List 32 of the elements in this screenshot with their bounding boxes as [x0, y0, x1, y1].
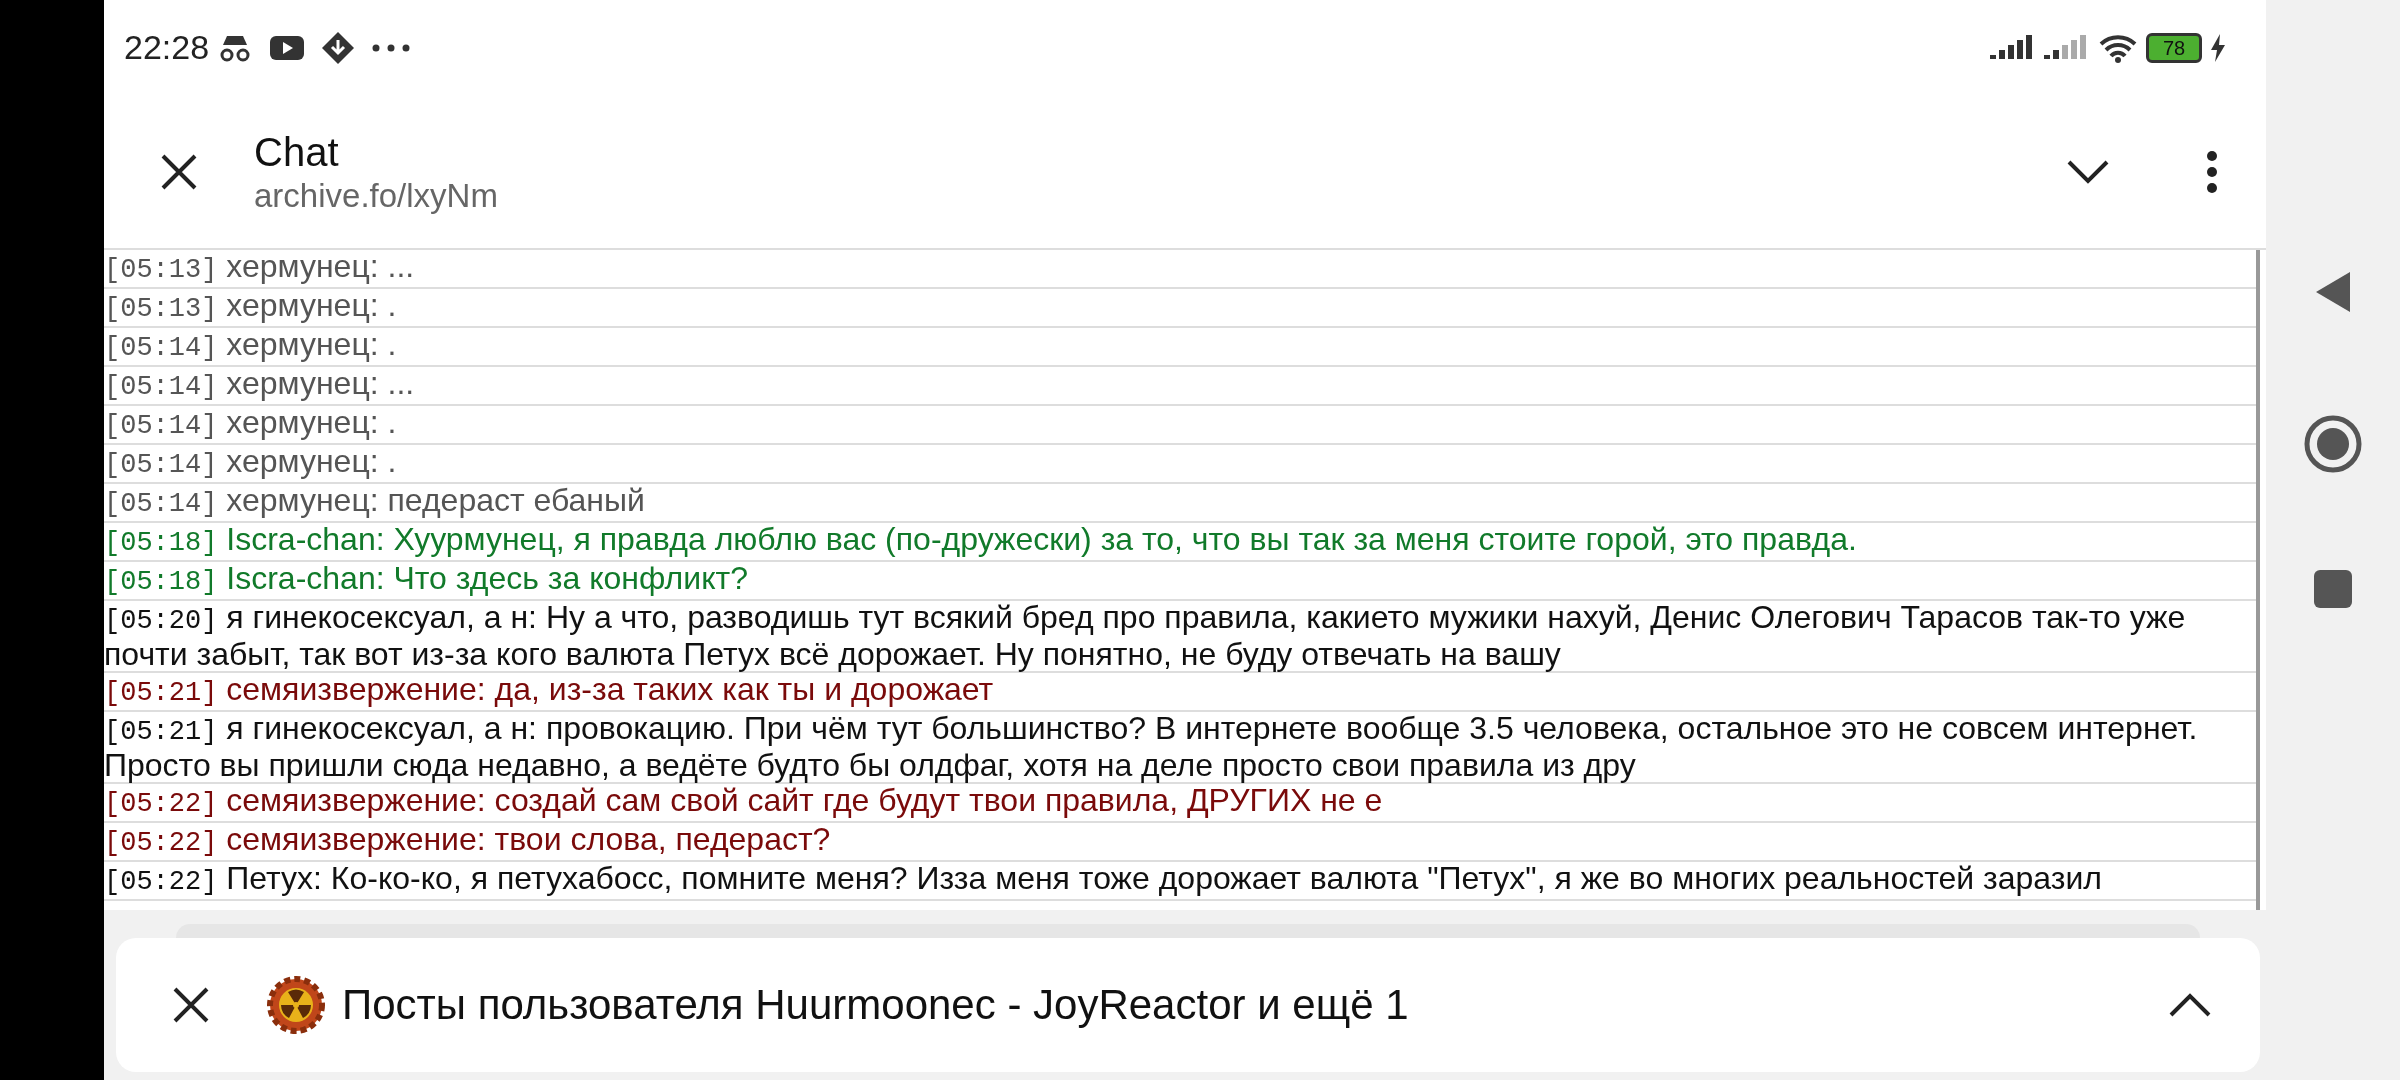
chat-message: [05:18] Iscra-chan: Хуурмунец, я правда люблю вас (по-дружески) за то, что вы так за меня стоите горой, это правда.: [104, 523, 2256, 562]
status-time: 22:28: [124, 27, 210, 68]
chat-message: [05:21] семяизвержение: да, из-за таких как ты и дорожает: [104, 673, 2256, 712]
radiation-gear-icon: [266, 974, 326, 1035]
chat-message: [05:14] хермунец: .: [104, 406, 2256, 445]
chat-message: [05:14] хермунец: ...: [104, 367, 2256, 406]
battery-icon: 78: [2146, 32, 2202, 63]
chat-message: [05:22] семяизвержение: создай сам свой сайт где будут твои правила, ДРУГИХ не е: [104, 784, 2256, 823]
chat-message: [05:21] я гинекосексуал, а н: провокацию. При чём тут большинство? В интернете вообще 3.5 человека, остальное это не совсем интернет. Просто вы пришли сюда недавно, а ведёте будто бы олдфаг, хотя на деле просто свои правила из дру: [104, 712, 2256, 784]
chevron-down-icon[interactable]: [2066, 158, 2110, 185]
page-title: Chat: [254, 128, 340, 176]
chat-message: [05:20] я гинекосексуал, а н: Ну а что, разводишь тут всякий бред про правила, какието мужики нахуй, Денис Олегович Тарасов так-то уже почти забыт, так вот из-за кого валюта Петух всё дорожает. Ну понятно, не буду отвечать на вашу: [104, 601, 2256, 673]
recents-icon[interactable]: [2313, 569, 2353, 609]
menu-icon[interactable]: [2206, 149, 2218, 194]
charging-bolt-icon: [2210, 33, 2226, 62]
chat-message: [05:14] хермунец: .: [104, 328, 2256, 367]
more-icon: [371, 42, 412, 53]
chat-message: [05:14] хермунец: педераст ебаный: [104, 484, 2256, 523]
chevron-up-icon[interactable]: [2168, 991, 2212, 1018]
chat-message: [05:13] хермунец: .: [104, 289, 2256, 328]
chat-message: [05:22] Петух: Ко-ко-ко, я петухабосс, помните меня? Изза меня тоже дорожает валюта "Петух", я же во многих реальностей заразил: [104, 862, 2256, 901]
chat-message: [05:13] хермунец: ...: [104, 250, 2256, 289]
wifi-icon: [2098, 32, 2138, 63]
back-icon[interactable]: [2314, 270, 2352, 314]
chat-message: [05:22] семяизвержение: твои слова, педераст?: [104, 823, 2256, 862]
download-icon: [321, 30, 356, 65]
video-play-icon: [269, 33, 306, 62]
chat-message: [05:14] хермунец: .: [104, 445, 2256, 484]
home-icon[interactable]: [2303, 414, 2363, 474]
page-url: archive.fo/lxyNm: [254, 175, 498, 216]
tab-title: Посты пользователя Huurmoonec - JoyReactor и ещё 1: [342, 980, 1409, 1031]
chat-message: [05:18] Iscra-chan: Что здесь за конфликт?: [104, 562, 2256, 601]
